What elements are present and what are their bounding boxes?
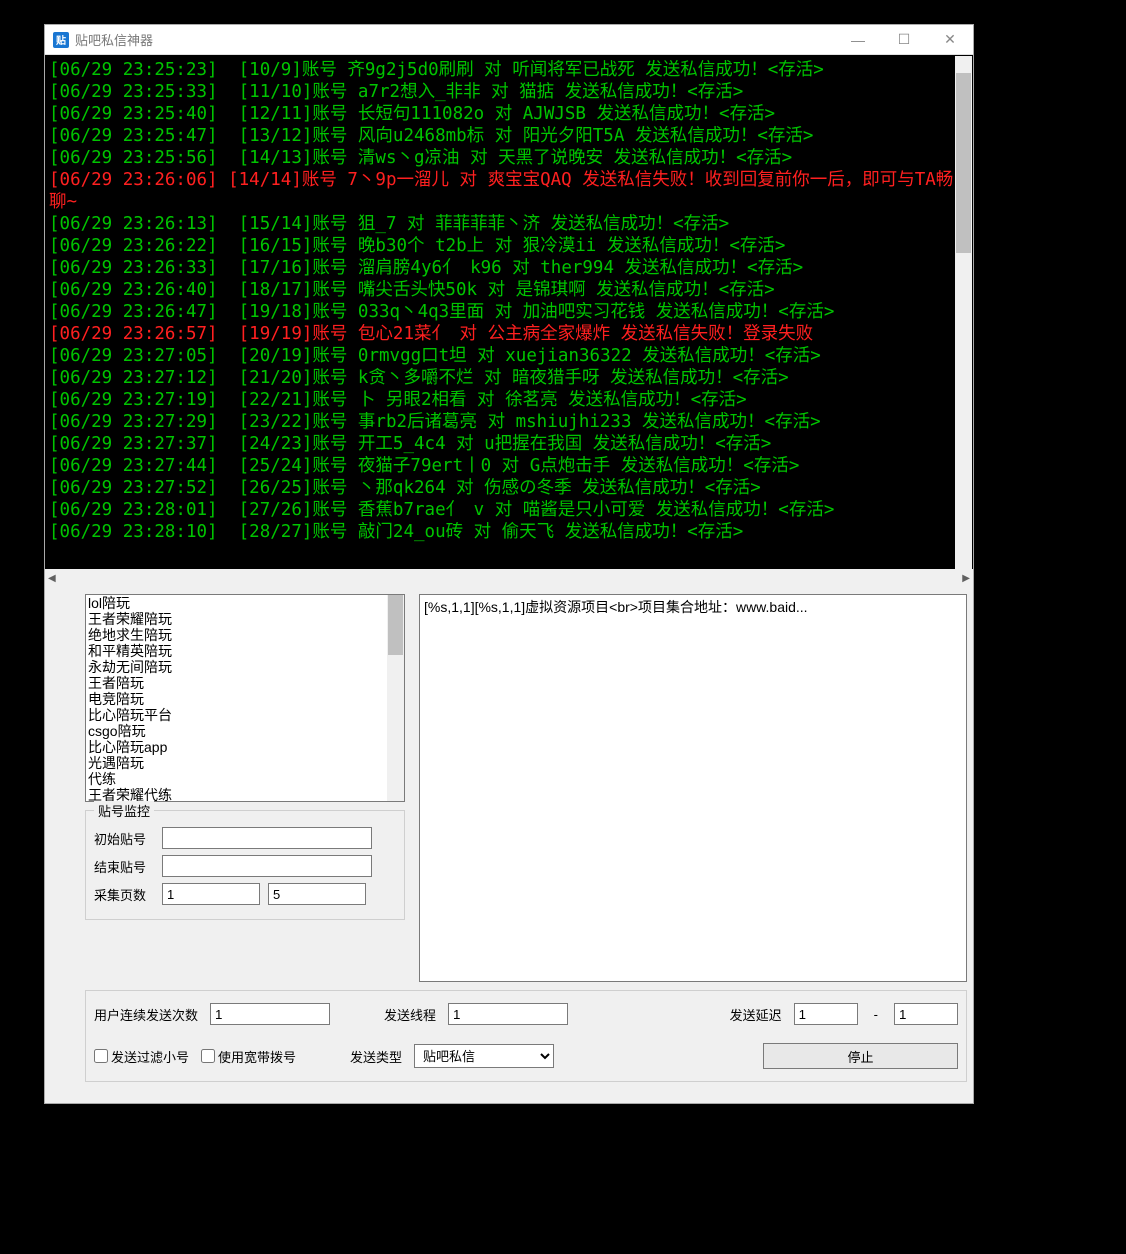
list-item[interactable]: 永劫无间陪玩 bbox=[88, 659, 402, 675]
log-line: [06/29 23:27:44] [25/24]账号 夜猫子79ert丨0 对 … bbox=[49, 455, 969, 477]
start-post-label: 初始贴号 bbox=[94, 829, 154, 848]
list-item[interactable]: 比心陪玩平台 bbox=[88, 707, 402, 723]
filter-small-checkbox[interactable] bbox=[94, 1049, 108, 1063]
log-line: [06/29 23:26:40] [18/17]账号 嘴尖舌头快50k 对 是锦… bbox=[49, 279, 969, 301]
monitor-legend: 贴号监控 bbox=[94, 801, 154, 820]
log-line: [06/29 23:26:06] [14/14]账号 7丶9p一溜儿 对 爽宝宝… bbox=[49, 169, 969, 213]
page-from-input[interactable] bbox=[162, 883, 260, 905]
send-type-label: 发送类型 bbox=[350, 1047, 402, 1066]
log-line: [06/29 23:27:37] [24/23]账号 开工5_4c4 对 u把握… bbox=[49, 433, 969, 455]
list-item[interactable]: 电竞陪玩 bbox=[88, 691, 402, 707]
vertical-scrollbar[interactable] bbox=[955, 56, 972, 570]
log-line: [06/29 23:26:13] [15/14]账号 狙_7 对 菲菲菲菲丶济 … bbox=[49, 213, 969, 235]
list-item[interactable]: 绝地求生陪玩 bbox=[88, 627, 402, 643]
horizontal-scrollbar[interactable] bbox=[45, 572, 973, 589]
message-template-box[interactable]: [%s,1,1][%s,1,1]虚拟资源项目<br>项目集合地址：www.bai… bbox=[419, 594, 967, 982]
delay-to-input[interactable] bbox=[894, 1003, 958, 1025]
log-line: [06/29 23:27:05] [20/19]账号 0rmvgg口t坦 对 x… bbox=[49, 345, 969, 367]
send-count-input[interactable] bbox=[210, 1003, 330, 1025]
list-item[interactable]: 比心陪玩app bbox=[88, 739, 402, 755]
log-line: [06/29 23:25:23] [10/9]账号 齐9g2j5d0刷刷 对 听… bbox=[49, 59, 969, 81]
app-title: 贴吧私信神器 bbox=[75, 30, 153, 49]
listbox-scrollbar[interactable] bbox=[387, 595, 404, 801]
end-post-label: 结束贴号 bbox=[94, 857, 154, 876]
minimize-button[interactable]: — bbox=[835, 25, 881, 55]
bottom-panel: 用户连续发送次数 发送线程 发送延迟 - 发送过滤小号 使用宽带拨号 发送类型 bbox=[85, 990, 967, 1082]
app-icon: 贴 bbox=[53, 32, 69, 48]
delay-label: 发送延迟 bbox=[730, 1005, 782, 1024]
list-item[interactable]: lol陪玩 bbox=[88, 595, 402, 611]
listbox-scroll-thumb[interactable] bbox=[388, 595, 403, 655]
start-post-input[interactable] bbox=[162, 827, 372, 849]
keyword-listbox[interactable]: lol陪玩王者荣耀陪玩绝地求生陪玩和平精英陪玩永劫无间陪玩王者陪玩电竞陪玩比心陪… bbox=[85, 594, 405, 802]
log-line: [06/29 23:25:47] [13/12]账号 风向u2468mb标 对 … bbox=[49, 125, 969, 147]
log-line: [06/29 23:26:47] [19/18]账号 033q丶4q3里面 对 … bbox=[49, 301, 969, 323]
send-type-select[interactable]: 贴吧私信 bbox=[414, 1044, 554, 1068]
stop-button[interactable]: 停止 bbox=[763, 1043, 958, 1069]
titlebar: 贴 贴吧私信神器 — ☐ ✕ bbox=[45, 25, 973, 55]
log-line: [06/29 23:26:22] [16/15]账号 晚b30个 t2b上 对 … bbox=[49, 235, 969, 257]
scrollbar-thumb[interactable] bbox=[956, 73, 971, 253]
list-item[interactable]: 和平精英陪玩 bbox=[88, 643, 402, 659]
list-item[interactable]: 王者陪玩 bbox=[88, 675, 402, 691]
log-line: [06/29 23:25:56] [14/13]账号 清ws丶g凉油 对 天黑了… bbox=[49, 147, 969, 169]
list-item[interactable]: 王者荣耀代练 bbox=[88, 787, 402, 802]
log-line: [06/29 23:25:33] [11/10]账号 a7r2想入_非非 对 猫… bbox=[49, 81, 969, 103]
list-item[interactable]: 代练 bbox=[88, 771, 402, 787]
use-broadband-label: 使用宽带拨号 bbox=[218, 1047, 296, 1066]
log-line: [06/29 23:27:29] [23/22]账号 事rb2后诸葛亮 对 ms… bbox=[49, 411, 969, 433]
log-line: [06/29 23:26:33] [17/16]账号 溜肩膀4y6亻 k96 对… bbox=[49, 257, 969, 279]
close-button[interactable]: ✕ bbox=[927, 25, 973, 55]
thread-input[interactable] bbox=[448, 1003, 568, 1025]
log-line: [06/29 23:28:10] [28/27]账号 敲门24_ou砖 对 偷天… bbox=[49, 521, 969, 543]
list-item[interactable]: csgo陪玩 bbox=[88, 723, 402, 739]
message-template-text: [%s,1,1][%s,1,1]虚拟资源项目<br>项目集合地址：www.bai… bbox=[424, 599, 808, 615]
app-window: 贴 贴吧私信神器 — ☐ ✕ [06/29 23:25:23] [10/9]账号… bbox=[44, 24, 974, 1104]
filter-small-label: 发送过滤小号 bbox=[111, 1047, 189, 1066]
console-log: [06/29 23:25:23] [10/9]账号 齐9g2j5d0刷刷 对 听… bbox=[45, 55, 973, 569]
send-count-label: 用户连续发送次数 bbox=[94, 1005, 198, 1024]
maximize-button[interactable]: ☐ bbox=[881, 25, 927, 55]
log-line: [06/29 23:28:01] [27/26]账号 香蕉b7rae亻 v 对 … bbox=[49, 499, 969, 521]
log-line: [06/29 23:26:57] [19/19]账号 包心21菜亻 对 公主病全… bbox=[49, 323, 969, 345]
log-line: [06/29 23:25:40] [12/11]账号 长短句111082o 对 … bbox=[49, 103, 969, 125]
list-item[interactable]: 光遇陪玩 bbox=[88, 755, 402, 771]
page-count-label: 采集页数 bbox=[94, 885, 154, 904]
list-item[interactable]: 王者荣耀陪玩 bbox=[88, 611, 402, 627]
monitor-group: 贴号监控 初始贴号 结束贴号 采集页数 bbox=[85, 810, 405, 920]
delay-dash: - bbox=[870, 1007, 882, 1022]
log-line: [06/29 23:27:12] [21/20]账号 k贪丶多嚼不烂 对 暗夜猎… bbox=[49, 367, 969, 389]
delay-from-input[interactable] bbox=[794, 1003, 858, 1025]
log-line: [06/29 23:27:52] [26/25]账号 丶那qk264 对 伤感の… bbox=[49, 477, 969, 499]
use-broadband-checkbox[interactable] bbox=[201, 1049, 215, 1063]
middle-section: lol陪玩王者荣耀陪玩绝地求生陪玩和平精英陪玩永劫无间陪玩王者陪玩电竞陪玩比心陪… bbox=[45, 592, 973, 984]
log-line: [06/29 23:27:19] [22/21]账号 卜 另眼2相看 对 徐茗亮… bbox=[49, 389, 969, 411]
page-to-input[interactable] bbox=[268, 883, 366, 905]
thread-label: 发送线程 bbox=[384, 1005, 436, 1024]
end-post-input[interactable] bbox=[162, 855, 372, 877]
